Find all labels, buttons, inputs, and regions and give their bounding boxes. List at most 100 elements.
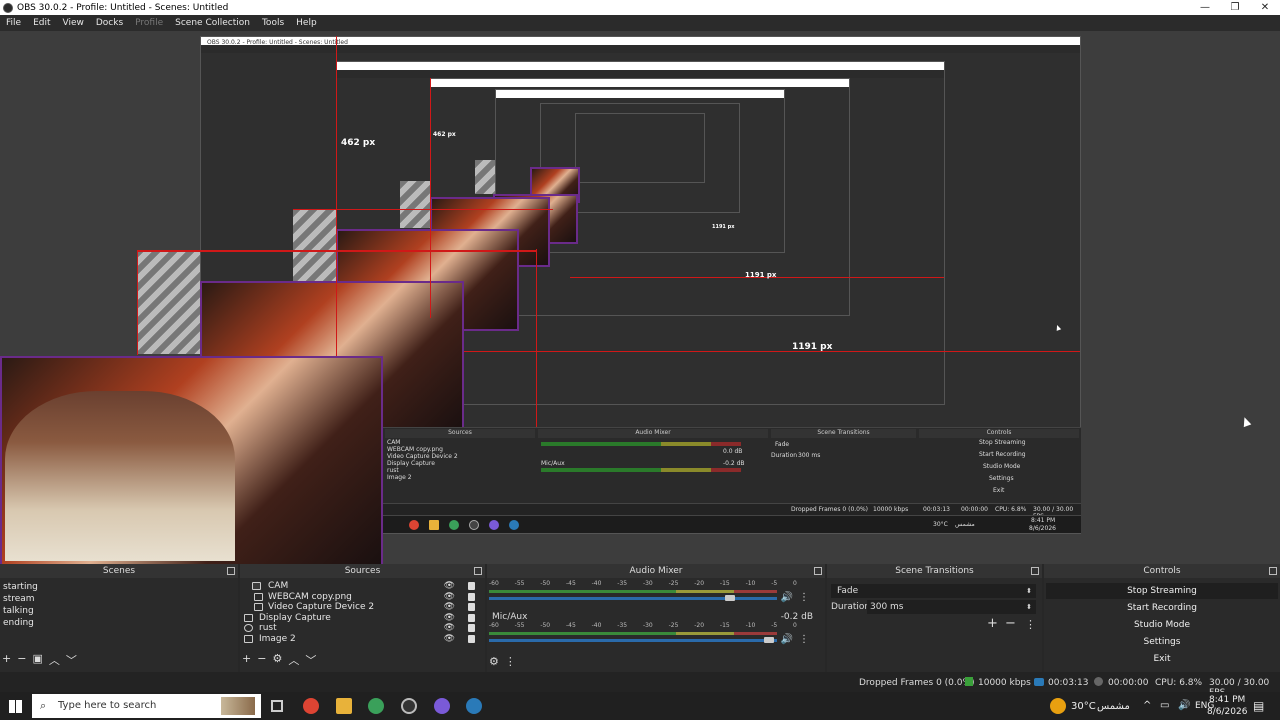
menu-file[interactable]: File [0, 18, 27, 28]
more-options-icon[interactable]: ⋮ [1025, 618, 1036, 631]
steam-icon[interactable] [466, 698, 482, 714]
transition-select[interactable]: Fade ⬍ [831, 584, 1036, 598]
chrome-icon [409, 520, 419, 530]
nested-duration-label: Duration [771, 452, 798, 459]
remove-source-icon[interactable]: − [257, 652, 266, 668]
start-recording-button[interactable]: Start Recording [1046, 600, 1278, 616]
source-properties-icon[interactable]: ⚙ [272, 652, 282, 668]
chrome-icon[interactable] [303, 698, 319, 714]
obs-icon[interactable] [401, 698, 417, 714]
close-button[interactable]: ✕ [1250, 2, 1280, 13]
source-item[interactable]: Video Capture Device 2 👁 [240, 602, 485, 613]
scene-item[interactable]: stream [0, 593, 238, 605]
source-item[interactable]: Display Capture 👁 [240, 613, 485, 624]
move-down-icon[interactable]: ﹀ [305, 652, 316, 668]
windows-start-icon[interactable] [9, 700, 22, 713]
menu-tools[interactable]: Tools [256, 18, 290, 28]
menu-help[interactable]: Help [290, 18, 323, 28]
chrome-icon[interactable] [368, 698, 384, 714]
more-options-icon[interactable]: ⋮ [799, 592, 809, 603]
add-source-icon[interactable]: + [242, 652, 251, 668]
volume-slider-handle[interactable] [764, 637, 775, 643]
taskbar-search[interactable]: ⌕ Type here to search [32, 694, 261, 718]
mixer-scale: -60 -55 -50 -45 -40 -35 -30 -25 -20 -15 … [489, 622, 797, 630]
source-item[interactable]: Image 2 👁 [240, 634, 485, 645]
eye-icon[interactable]: 👁 [444, 602, 455, 613]
maximize-button[interactable]: ❐ [1220, 2, 1250, 13]
scenes-dock-title: Scenes [0, 564, 238, 578]
speaker-icon[interactable]: 🔊 [781, 634, 793, 645]
preview-canvas[interactable]: OBS 30.0.2 - Profile: Untitled - Scenes:… [0, 31, 1280, 564]
undock-icon[interactable] [814, 567, 822, 575]
volume-icon[interactable]: 🔊 [1178, 700, 1190, 711]
lock-icon[interactable] [468, 613, 475, 622]
minimize-button[interactable]: — [1190, 2, 1220, 13]
lock-icon[interactable] [468, 624, 475, 632]
menu-scene-collection[interactable]: Scene Collection [169, 18, 256, 28]
exit-button[interactable]: Exit [1046, 651, 1278, 667]
guide-line [430, 78, 431, 318]
nested-source-item: Image 2 [387, 474, 412, 481]
streamer-figure [5, 391, 235, 561]
add-transition-icon[interactable]: + [987, 616, 998, 631]
nested-source-item: CAM [387, 439, 401, 446]
stop-streaming-button[interactable]: Stop Streaming [1046, 583, 1278, 599]
remove-scene-icon[interactable]: − [17, 652, 26, 668]
remove-transition-icon[interactable]: − [1005, 616, 1016, 631]
nested-kbps: 10000 kbps [873, 506, 909, 513]
volume-slider[interactable] [489, 639, 777, 642]
scene-item[interactable]: ending [0, 617, 238, 629]
scale-tick: -40 [591, 580, 602, 587]
clock-time[interactable]: 8:41 PM [1209, 695, 1245, 705]
undock-icon[interactable] [474, 567, 482, 575]
weather-text: مشمس [1097, 701, 1130, 712]
source-item[interactable]: CAM 👁 [240, 581, 485, 592]
stepper-icon[interactable]: ⬍ [1026, 600, 1032, 614]
source-item[interactable]: rust 👁 [240, 623, 485, 634]
menu-docks[interactable]: Docks [90, 18, 129, 28]
source-item[interactable]: WEBCAM copy.png 👁 [240, 592, 485, 603]
add-scene-icon[interactable]: + [2, 652, 11, 668]
scene-item[interactable]: talking [0, 605, 238, 617]
lock-icon[interactable] [468, 603, 475, 611]
eye-icon[interactable]: 👁 [444, 634, 455, 645]
clock-date[interactable]: 8/6/2026 [1207, 707, 1247, 717]
menu-profile[interactable]: Profile [129, 18, 169, 28]
volume-slider-handle[interactable] [725, 595, 736, 601]
eye-icon[interactable]: 👁 [444, 613, 455, 624]
move-down-icon[interactable]: ﹀ [66, 652, 77, 668]
speaker-icon[interactable]: 🔊 [781, 592, 793, 603]
task-view-icon[interactable] [271, 700, 283, 712]
settings-button[interactable]: Settings [1046, 634, 1278, 650]
lock-icon[interactable] [468, 634, 475, 643]
more-options-icon[interactable]: ⋮ [799, 634, 809, 645]
scale-tick: -55 [514, 622, 525, 629]
eye-icon[interactable]: 👁 [444, 592, 455, 603]
lock-icon[interactable] [468, 592, 475, 601]
move-up-icon[interactable]: ︿ [49, 652, 60, 668]
chevron-up-icon[interactable]: ^ [1143, 700, 1151, 711]
scene-filter-icon[interactable]: ▣ [32, 652, 42, 668]
guide-line [137, 250, 138, 355]
mixer-settings-icon[interactable]: ⚙ [489, 655, 499, 668]
notification-icon[interactable]: ▤ [1253, 699, 1264, 713]
guide-line [336, 36, 337, 356]
dock-area: Scenes starting stream talking ending + … [0, 564, 1280, 672]
undock-icon[interactable] [1269, 567, 1277, 575]
more-options-icon[interactable]: ⋮ [505, 655, 516, 668]
undock-icon[interactable] [1031, 567, 1039, 575]
studio-mode-button[interactable]: Studio Mode [1046, 617, 1278, 633]
menu-edit[interactable]: Edit [27, 18, 56, 28]
sources-toolbar: + − ⚙ ︿ ﹀ [242, 652, 316, 668]
scene-item[interactable]: starting [0, 581, 238, 593]
menu-view[interactable]: View [57, 18, 90, 28]
network-icon[interactable]: ▭ [1160, 700, 1169, 711]
duration-input[interactable]: 300 ms ⬍ [867, 600, 1036, 614]
lock-icon[interactable] [468, 582, 475, 590]
move-up-icon[interactable]: ︿ [288, 652, 299, 668]
undock-icon[interactable] [227, 567, 235, 575]
eye-icon[interactable]: 👁 [444, 623, 455, 634]
file-explorer-icon[interactable] [336, 698, 352, 714]
discord-icon[interactable] [434, 698, 450, 714]
eye-icon[interactable]: 👁 [444, 581, 455, 592]
